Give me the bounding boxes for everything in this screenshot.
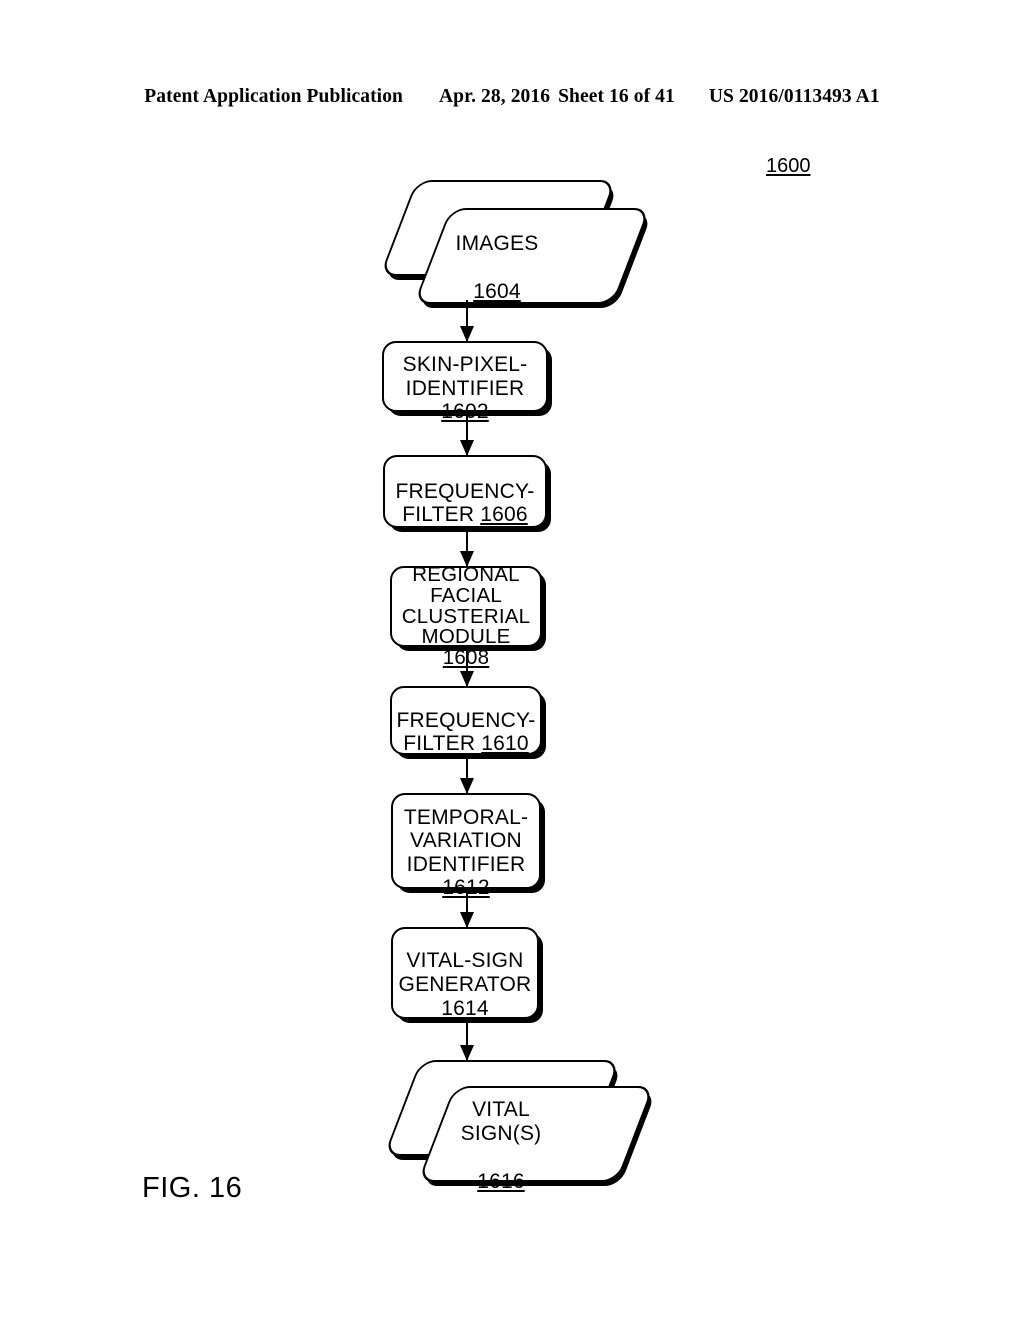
images-text: IMAGES	[455, 232, 539, 256]
connector-skin-pixel-identifier-to-frequency-filter-1606	[466, 413, 468, 455]
figure-caption: FIG. 16	[142, 1172, 243, 1204]
connector-temporal-variation-identifier-to-vital-sign-generator	[466, 890, 468, 927]
skin-pixel-identifier-numeral: 1602	[441, 400, 489, 424]
vital-signs-numeral: 1616	[477, 1169, 525, 1193]
connector-vital-sign-generator-to-vital-signs	[466, 1020, 468, 1060]
skin-pixel-identifier-text: SKIN-PIXEL- IDENTIFIER	[402, 352, 528, 400]
images-numeral: 1604	[473, 279, 521, 303]
temporal-variation-identifier-text: TEMPORAL- VARIATION IDENTIFIER	[403, 805, 529, 876]
node-vital-sign-generator: VITAL-SIGN GENERATOR 1614	[391, 927, 539, 1020]
node-temporal-variation-identifier: TEMPORAL- VARIATION IDENTIFIER 1612	[391, 793, 541, 899]
vital-signs-text: VITAL SIGN(S)	[460, 1098, 542, 1146]
node-regional-facial-clusterial-module: REGIONAL FACIAL CLUSTERIAL MODULE 1608	[390, 562, 542, 668]
node-skin-pixel-identifier: SKIN-PIXEL- IDENTIFIER 1602	[382, 341, 548, 423]
node-frequency-filter-1610: FREQUENCY- FILTER 1610	[390, 686, 542, 755]
connector-regional-facial-clusterial-module-to-frequency-filter-1610	[466, 648, 468, 686]
vital-sign-generator-text: VITAL-SIGN GENERATOR	[398, 949, 532, 996]
vital-sign-generator-numeral: 1614	[441, 996, 489, 1020]
flowchart-diagram: IMAGES 1604 SKIN-PIXEL- IDENTIFIER 1602 …	[0, 0, 1024, 1320]
vital-signs-label: VITAL SIGN(S) 1616	[416, 1088, 586, 1193]
frequency-filter-1610-numeral: 1610	[481, 732, 529, 756]
frequency-filter-1606-numeral: 1606	[480, 503, 528, 527]
images-label: IMAGES 1604	[412, 210, 582, 303]
regional-facial-clusterial-module-text: REGIONAL FACIAL CLUSTERIAL MODULE	[401, 562, 531, 649]
node-frequency-filter-1606: FREQUENCY- FILTER 1606	[383, 455, 547, 528]
